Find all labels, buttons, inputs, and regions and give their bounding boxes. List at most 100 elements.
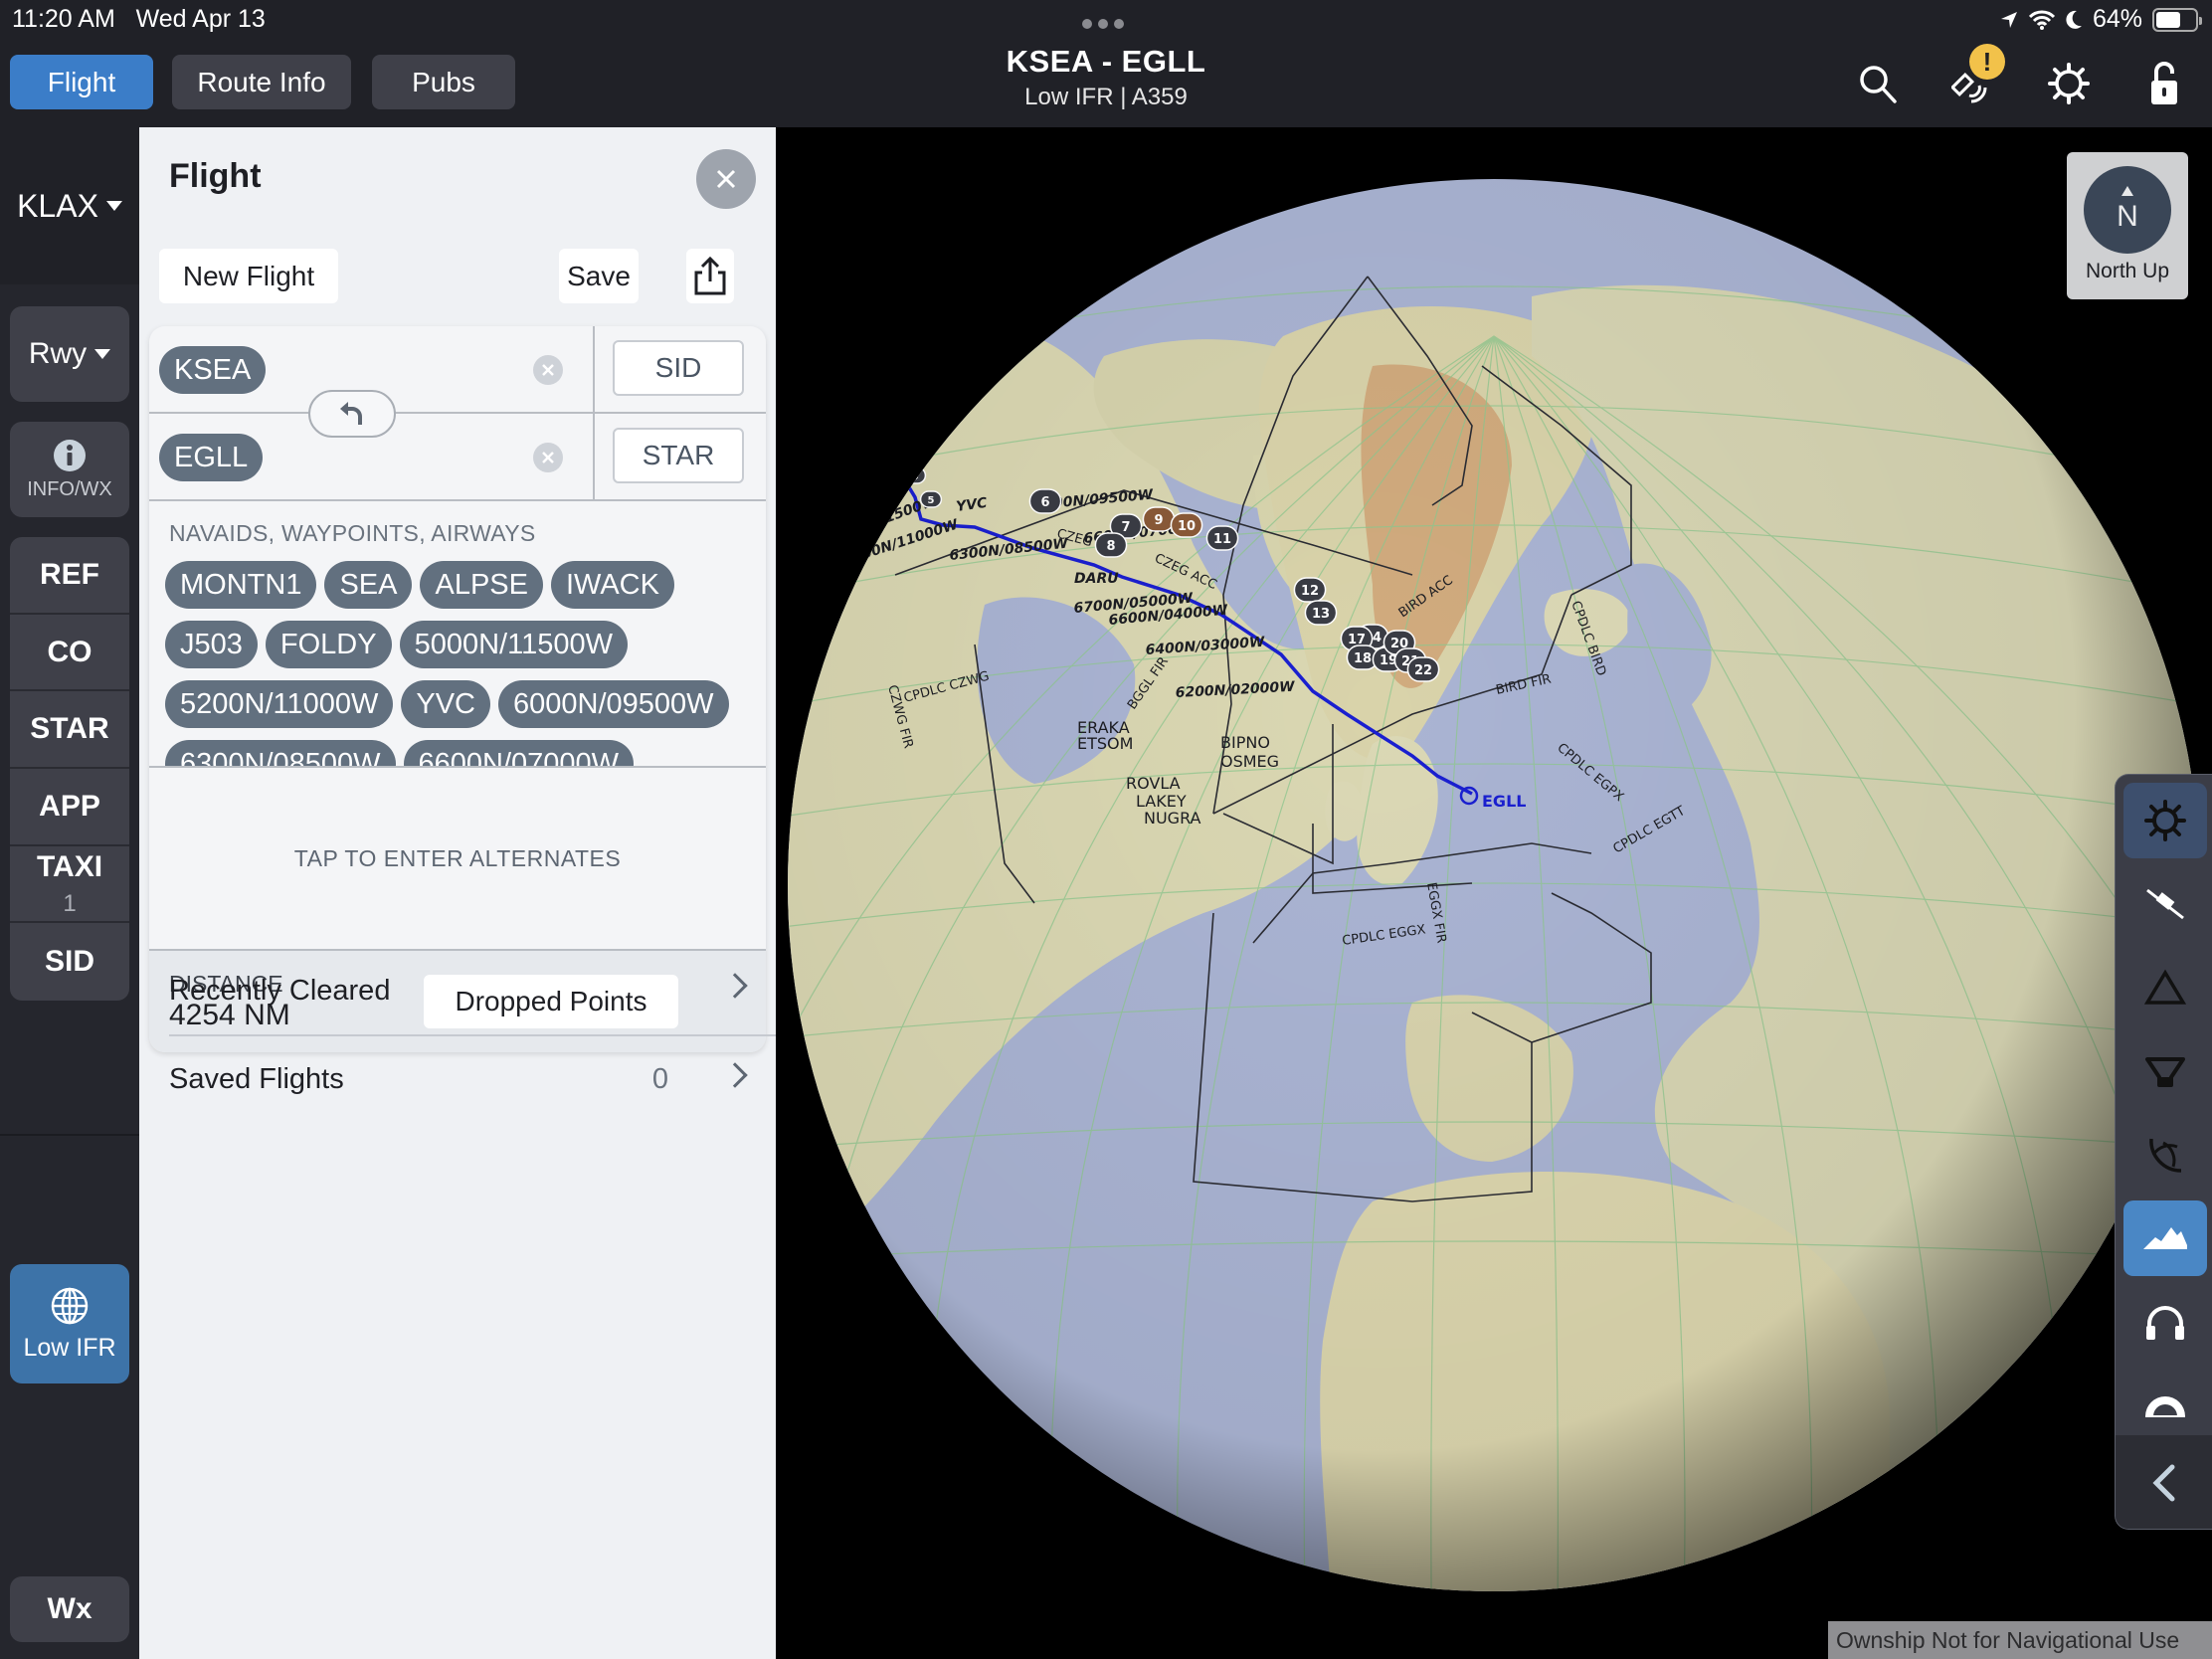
recently-cleared-label: Recently Cleared (169, 974, 391, 1007)
marker-number: 1 (882, 420, 889, 431)
clear-arrival-button[interactable] (533, 443, 563, 472)
terrain-icon (2143, 1227, 2187, 1249)
new-flight-button[interactable]: New Flight (159, 249, 338, 303)
lock-button[interactable] (2138, 58, 2190, 109)
proc-label: CO (47, 635, 92, 668)
airspace-icon (2145, 1057, 2185, 1087)
wx-button[interactable]: Wx (10, 1576, 129, 1642)
taxi-count: 1 (63, 889, 77, 917)
tool-grid[interactable] (2123, 1117, 2207, 1193)
waypoint-chip[interactable]: 6600N/07000W (403, 740, 635, 766)
protractor-icon (2145, 1396, 2185, 1417)
layer-label: Low IFR (23, 1333, 116, 1362)
route-card: KSEA SID EGLL STAR NAVAIDS, WAYPOINTS, A… (149, 326, 766, 1052)
runway-label: Rwy (28, 337, 88, 370)
waypoint-chip[interactable]: 6300N/08500W (165, 740, 396, 766)
waypoint-chip[interactable]: J503 (165, 621, 258, 668)
waypoint-chip[interactable]: SEA (324, 561, 413, 609)
search-button[interactable] (1852, 58, 1904, 109)
tool-satellite[interactable] (2123, 866, 2207, 942)
map-view[interactable]: YVC5000N/11500W5200N/11000W6000N/09500W6… (776, 127, 2212, 1659)
connectivity-button[interactable]: ! (1947, 44, 2005, 109)
tool-protractor[interactable] (2123, 1368, 2207, 1443)
gear-icon (2048, 63, 2090, 104)
proc-label: SID (44, 945, 94, 979)
reverse-route-button[interactable] (308, 390, 396, 438)
saved-flights-row[interactable]: Saved Flights 0 (169, 1034, 776, 1122)
info-wx-label: INFO/WX (27, 477, 112, 500)
status-indicators: 64% (1999, 5, 2202, 34)
close-panel-button[interactable] (696, 149, 756, 209)
proc-star[interactable]: STAR (10, 691, 129, 770)
departure-row[interactable]: KSEA SID (149, 326, 766, 414)
sid-button[interactable]: SID (613, 340, 744, 396)
marker-number: 2 (896, 435, 903, 446)
chevron-right-icon (722, 1062, 748, 1088)
tab-pubs[interactable]: Pubs (372, 55, 515, 109)
tool-headphones[interactable] (2123, 1284, 2207, 1360)
rail-divider (0, 1134, 139, 1136)
proc-label: TAXI (36, 849, 103, 883)
waypoint-marker[interactable]: 2 (887, 430, 911, 448)
tool-triangle[interactable] (2123, 950, 2207, 1025)
star-button[interactable]: STAR (613, 428, 744, 483)
settings-sun-icon (2144, 800, 2186, 841)
info-wx-button[interactable]: INFO/WX (10, 422, 129, 517)
waypoint-marker[interactable]: 3 (895, 445, 919, 462)
clear-departure-button[interactable] (533, 355, 563, 385)
share-button[interactable] (686, 249, 734, 303)
proc-sid[interactable]: SID (10, 923, 129, 1001)
waypoint-chip[interactable]: IWACK (550, 561, 674, 609)
waypoint-list[interactable]: MONTN1 SEA ALPSE IWACK J503 FOLDY 5000N/11500W… (165, 561, 762, 766)
arrival-row[interactable]: EGLL STAR (149, 414, 766, 501)
proc-ref[interactable]: REF (10, 537, 129, 615)
alert-badge: ! (1969, 44, 2005, 80)
satellite-layer-icon (2146, 888, 2184, 920)
proc-app[interactable]: APP (10, 769, 129, 846)
save-button[interactable]: Save (559, 249, 639, 303)
north-up-button[interactable]: N North Up (2067, 152, 2188, 299)
tab-flight[interactable]: Flight (10, 55, 153, 109)
left-rail: KLAX Rwy INFO/WX REF CO STAR APP TAXI 1 S… (0, 127, 139, 1659)
waypoint-chip[interactable]: YVC (401, 680, 491, 728)
proc-label: APP (39, 789, 100, 823)
tab-route-info[interactable]: Route Info (172, 55, 351, 109)
chevron-left-icon (2152, 1464, 2175, 1502)
saved-flights-label: Saved Flights (169, 1062, 344, 1095)
airport-selector[interactable]: KLAX (0, 127, 139, 284)
route-subtitle: Low IFR | A359 (1024, 84, 1188, 110)
battery-percent: 64% (2092, 5, 2142, 33)
marker-bubble (887, 430, 911, 448)
waypoint-chip[interactable]: 5200N/11000W (165, 680, 394, 728)
alternates-field[interactable]: TAP TO ENTER ALTERNATES (149, 768, 766, 949)
top-bar: 11:20 AM Wed Apr 13 64% Flight Route Inf… (0, 0, 2212, 127)
globe-surface: YVC5000N/11500W5200N/11000W6000N/09500W6… (788, 179, 2200, 1591)
proc-taxi[interactable]: TAXI 1 (10, 846, 129, 924)
waypoint-chip[interactable]: 5000N/11500W (399, 621, 628, 668)
globe-shading (788, 179, 2200, 1591)
chevron-down-icon (105, 201, 122, 211)
waypoint-chip[interactable]: ALPSE (420, 561, 543, 609)
tool-terrain[interactable] (2123, 1200, 2207, 1276)
tool-settings[interactable] (2123, 783, 2207, 858)
waypoint-chip[interactable]: 6000N/09500W (498, 680, 729, 728)
proc-co[interactable]: CO (10, 615, 129, 692)
chart-layer-button[interactable]: Low IFR (10, 1264, 129, 1383)
status-time-date: 11:20 AM Wed Apr 13 (12, 5, 266, 34)
flight-title[interactable]: KSEA - EGLL Low IFR | A359 (907, 44, 1305, 111)
search-icon (1860, 66, 1897, 103)
waypoint-chip[interactable]: FOLDY (265, 621, 392, 668)
waypoint-chip[interactable]: MONTN1 (165, 561, 317, 609)
waypoint-marker[interactable]: 1 (873, 415, 897, 433)
multitasking-grabber[interactable] (1082, 19, 1124, 29)
departure-chip[interactable]: KSEA (159, 346, 267, 394)
status-time: 11:20 AM (12, 5, 115, 33)
arrival-chip[interactable]: EGLL (159, 434, 264, 481)
recently-cleared-row[interactable]: Recently Cleared (169, 947, 776, 1034)
collapse-toolbar-button[interactable] (2116, 1435, 2212, 1529)
globe-map[interactable]: YVC5000N/11500W5200N/11000W6000N/09500W6… (776, 127, 2212, 1659)
settings-button[interactable] (2043, 58, 2095, 109)
runway-selector[interactable]: Rwy (10, 306, 129, 402)
tool-airspace[interactable] (2123, 1033, 2207, 1109)
saved-flights-count: 0 (651, 1062, 668, 1095)
